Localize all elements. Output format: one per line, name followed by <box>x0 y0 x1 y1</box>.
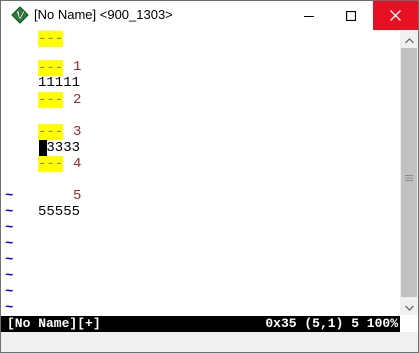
close-icon <box>390 10 401 21</box>
scroll-up-button[interactable] <box>400 31 418 48</box>
empty-line-marker: ~ <box>5 220 14 236</box>
virtual-text: --- <box>38 156 64 172</box>
empty-line-marker: ~ <box>5 188 14 204</box>
empty-line-marker: ~ <box>5 204 14 220</box>
window-bottom-area <box>1 332 418 352</box>
editor-line: 5 55555 <box>1 172 81 220</box>
window-title: [No Name] <900_1303> <box>34 7 173 22</box>
maximize-button[interactable] <box>330 1 372 30</box>
virtual-text: --- <box>38 60 64 76</box>
editor-line: 3 33333 <box>1 108 81 156</box>
minimize-button[interactable] <box>288 1 330 30</box>
maximize-icon <box>346 10 356 21</box>
line-text: 55555 <box>38 204 81 220</box>
empty-line-marker: ~ <box>5 268 14 284</box>
text-cursor <box>39 140 47 156</box>
title-bar[interactable]: [No Name] <900_1303> <box>1 1 418 31</box>
editor-area[interactable]: --- 1 11111 --- 2 --- 3 33333 --- 4 --- … <box>1 31 400 316</box>
empty-line-marker: ~ <box>5 300 14 316</box>
empty-line-marker: ~ <box>5 284 14 300</box>
editor-line: 1 11111 <box>1 43 81 91</box>
empty-line-marker: ~ <box>5 252 14 268</box>
grip-icon <box>405 168 413 181</box>
minimize-icon <box>304 11 314 21</box>
gvim-window: [No Name] <900_1303> --- 1 11111 --- 2 -… <box>0 0 419 353</box>
status-filename: [No Name][+] <box>7 316 101 331</box>
line-number: 5 <box>73 188 82 204</box>
chevron-down-icon <box>404 298 414 316</box>
scrollbar-thumb[interactable] <box>401 48 417 297</box>
close-button[interactable] <box>373 1 418 30</box>
gvim-icon <box>11 6 29 24</box>
editor-line: 2 <box>1 76 81 108</box>
chevron-up-icon <box>404 31 414 49</box>
scroll-down-button[interactable] <box>400 298 418 315</box>
empty-line-marker: ~ <box>5 236 14 252</box>
status-line: [No Name][+] 0x35 (5,1) 5 100% <box>1 316 400 332</box>
virtual-text: --- <box>38 124 64 140</box>
status-position: 0x35 (5,1) 5 100% <box>265 316 398 331</box>
vertical-scrollbar[interactable] <box>400 31 418 315</box>
virtual-text: --- <box>38 92 64 108</box>
